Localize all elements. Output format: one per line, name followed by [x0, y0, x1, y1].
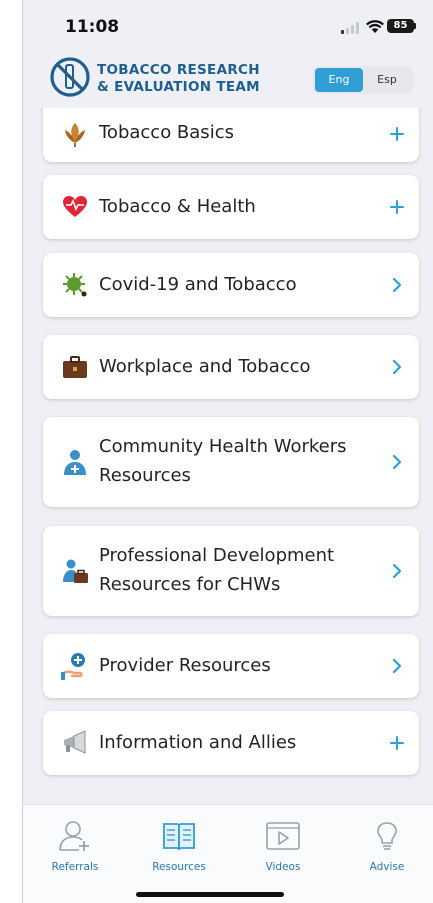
logo-line1: TOBACCO RESEARCH	[97, 62, 260, 78]
bottom-tab-bar: Referrals Resources Videos Advise	[23, 804, 433, 903]
tab-label: Resources	[152, 861, 206, 873]
menu-item-label: Tobacco Basics	[99, 122, 234, 143]
health-worker-icon	[64, 450, 86, 475]
lightbulb-icon	[377, 822, 397, 850]
virus-icon	[63, 273, 87, 297]
status-bar: 11:08 85	[23, 0, 433, 50]
heart-health-icon	[63, 196, 87, 217]
plus-icon[interactable]	[389, 735, 405, 751]
menu-item-provider-resources[interactable]: Provider Resources	[43, 634, 419, 698]
home-indicator[interactable]	[136, 892, 284, 897]
status-time: 11:08	[65, 17, 120, 37]
no-smoking-logo-icon	[50, 57, 90, 97]
referral-user-icon	[59, 821, 89, 851]
tab-resources[interactable]: Resources	[139, 819, 219, 873]
menu-item-label: Tobacco & Health	[99, 196, 256, 217]
menu-item-label-line2: Resources	[99, 465, 191, 486]
tab-label: Referrals	[51, 861, 99, 873]
professional-worker-icon	[63, 559, 88, 583]
menu-item-tobacco-health[interactable]: Tobacco & Health	[43, 175, 419, 239]
tobacco-leaf-icon	[65, 123, 85, 147]
logo-text: TOBACCO RESEARCH & EVALUATION TEAM	[97, 62, 260, 96]
wifi-icon	[366, 20, 384, 33]
menu-item-label-line1: Community Health Workers	[99, 436, 347, 457]
lang-spanish-button[interactable]: Esp	[363, 68, 411, 92]
phone-screen: 11:08 85 TOBACCO RESEARCH & EVALUATION T…	[23, 0, 433, 903]
menu-item-label: Covid-19 and Tobacco	[99, 274, 297, 295]
care-hand-plus-icon	[61, 653, 85, 680]
menu-item-label-line2: Resources for CHWs	[99, 574, 281, 595]
chevron-right-icon[interactable]	[389, 359, 405, 375]
app-header: TOBACCO RESEARCH & EVALUATION TEAM Eng E…	[23, 50, 433, 108]
plus-icon[interactable]	[389, 126, 405, 142]
tab-label: Videos	[265, 861, 301, 873]
battery-icon: 85	[387, 19, 414, 33]
logo-line2: & EVALUATION TEAM	[97, 79, 260, 95]
menu-item-label: Information and Allies	[99, 732, 297, 753]
menu-item-professional-development[interactable]: Professional Development Resources for C…	[43, 526, 419, 616]
menu-item-label: Workplace and Tobacco	[99, 356, 311, 377]
menu-item-label: Provider Resources	[99, 655, 271, 676]
tab-label: Advise	[369, 861, 405, 873]
lang-english-button[interactable]: Eng	[315, 68, 363, 92]
chevron-right-icon[interactable]	[389, 658, 405, 674]
play-icon	[266, 822, 300, 850]
resource-list[interactable]: Tobacco Basics Tobacco & Health Covid-19…	[23, 108, 433, 804]
tab-advise[interactable]: Advise	[347, 819, 427, 873]
tab-referrals[interactable]: Referrals	[35, 819, 115, 873]
tab-videos[interactable]: Videos	[243, 819, 323, 873]
menu-item-information-allies[interactable]: Information and Allies	[43, 711, 419, 775]
briefcase-icon	[63, 356, 87, 378]
cellular-signal-icon	[341, 22, 361, 34]
megaphone-icon	[64, 730, 86, 754]
plus-icon[interactable]	[389, 199, 405, 215]
menu-item-tobacco-basics[interactable]: Tobacco Basics	[43, 108, 419, 162]
chevron-right-icon[interactable]	[389, 277, 405, 293]
menu-item-chw-resources[interactable]: Community Health Workers Resources	[43, 417, 419, 507]
menu-item-workplace-tobacco[interactable]: Workplace and Tobacco	[43, 335, 419, 399]
menu-item-label-line1: Professional Development	[99, 545, 335, 566]
chevron-right-icon[interactable]	[389, 563, 405, 579]
chevron-right-icon[interactable]	[389, 454, 405, 470]
menu-item-covid-tobacco[interactable]: Covid-19 and Tobacco	[43, 253, 419, 317]
book-icon	[163, 823, 195, 851]
language-toggle[interactable]: Eng Esp	[313, 66, 413, 94]
battery-tip	[414, 23, 416, 29]
